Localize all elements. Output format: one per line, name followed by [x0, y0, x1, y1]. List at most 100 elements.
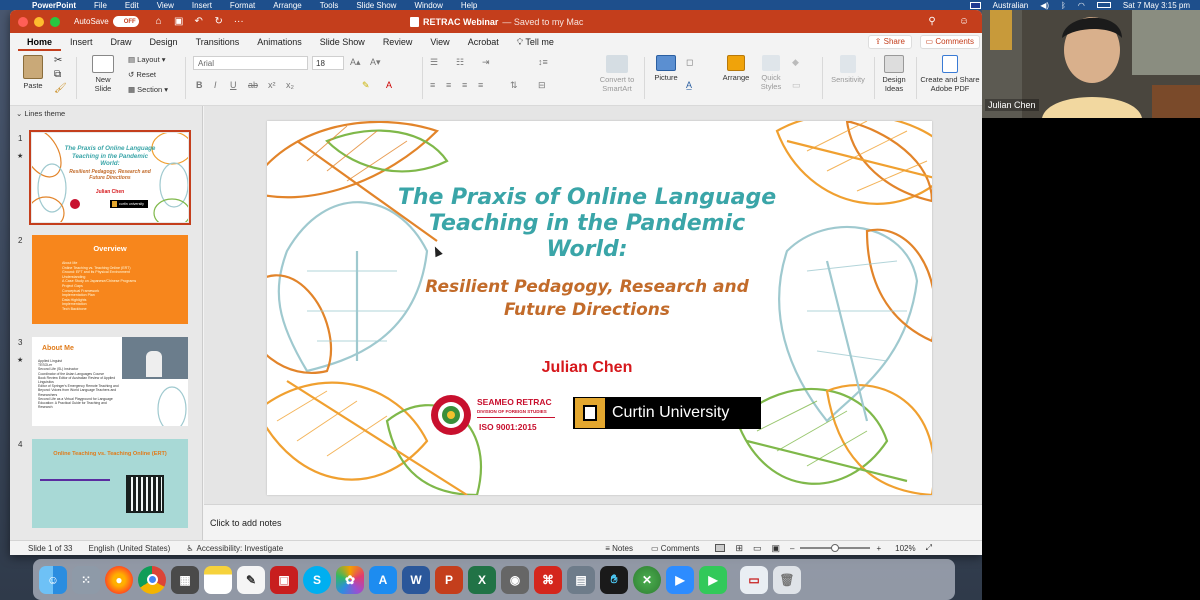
autosave-control[interactable]: AutoSave OFF	[74, 16, 139, 27]
slide-editor[interactable]: The Praxis of Online Language Teaching i…	[204, 106, 982, 540]
zoom-slider-thumb[interactable]	[831, 544, 840, 552]
flag-icon[interactable]	[969, 1, 981, 9]
battery-icon[interactable]	[1096, 2, 1111, 8]
notes-pane[interactable]: Click to add notes	[204, 504, 982, 540]
menu-help[interactable]: Help	[461, 1, 477, 10]
zoom-icon[interactable]: ▶	[666, 565, 694, 594]
finder-icon[interactable]: ☺	[39, 565, 67, 594]
create-share-pdf-button[interactable]: Create and Share Adobe PDF	[920, 55, 980, 93]
underline-icon[interactable]: U	[230, 80, 237, 90]
undo-icon[interactable]: ↶	[192, 15, 206, 29]
menu-arrange[interactable]: Arrange	[273, 1, 301, 10]
normal-view-icon[interactable]	[715, 544, 726, 552]
menu-window[interactable]: Window	[414, 1, 442, 10]
more-icon[interactable]: ···	[232, 15, 246, 29]
superscript-icon[interactable]: x²	[268, 80, 276, 90]
volume-icon[interactable]: ◀)	[1040, 1, 1049, 10]
indent-icon[interactable]: ⇥	[482, 57, 490, 68]
slide-show-icon[interactable]: ▣	[772, 543, 781, 554]
notes-toggle[interactable]: ≡ Notes	[605, 544, 633, 553]
menu-tools[interactable]: Tools	[320, 1, 339, 10]
photos-icon[interactable]: ✿	[336, 565, 364, 594]
excel-icon[interactable]: X	[468, 565, 496, 594]
clock[interactable]: Sat 7 May 3:15 pm	[1123, 1, 1190, 10]
copy-icon[interactable]: ⧉	[54, 69, 61, 80]
slide-thumbnail-4[interactable]: Online Teaching vs. Teaching Online (ERT…	[32, 439, 188, 528]
slide-subtitle[interactable]: Resilient Pedagogy, Research and Future …	[407, 276, 767, 322]
minimize-button[interactable]	[34, 16, 44, 27]
quick-styles-button[interactable]: Quick Styles	[756, 55, 786, 91]
bluetooth-icon[interactable]: ᛒ	[1061, 1, 1066, 10]
account-icon[interactable]: ☺	[957, 15, 971, 29]
facetime-icon[interactable]: ▶	[699, 565, 727, 594]
photo-booth-icon[interactable]: ▣	[270, 565, 298, 594]
increase-font-icon[interactable]: A▴	[350, 57, 361, 68]
comments-button[interactable]: ▭ Comments	[919, 35, 980, 49]
strikethrough-icon[interactable]: ab	[248, 80, 258, 90]
shape-outline-icon[interactable]: ▭	[792, 80, 801, 91]
reading-view-icon[interactable]: ▭	[753, 543, 762, 554]
slide-author[interactable]: Julian Chen	[497, 359, 677, 377]
menu-app-name[interactable]: PowerPoint	[32, 1, 76, 10]
italic-icon[interactable]: I	[214, 80, 217, 90]
acrobat-icon[interactable]: ⌘	[534, 565, 562, 594]
slide-sorter-icon[interactable]: ⊞	[735, 543, 743, 554]
accessibility-status[interactable]: Accessibility: Investigate	[196, 544, 283, 553]
tab-insert[interactable]: Insert	[61, 33, 102, 51]
tab-home[interactable]: Home	[18, 33, 62, 51]
input-source-label[interactable]: Australian	[993, 1, 1029, 10]
launchpad-icon[interactable]: ⁙	[72, 565, 100, 594]
zoom-slider[interactable]	[800, 544, 871, 552]
crossover-icon[interactable]: ✕	[633, 565, 661, 594]
tell-me-search[interactable]: 💡︎ Tell me	[508, 33, 563, 51]
format-painter-icon[interactable]: 🖌︎	[54, 83, 67, 94]
paste-button[interactable]: Paste	[18, 55, 48, 90]
menu-edit[interactable]: Edit	[125, 1, 139, 10]
tab-slide-show[interactable]: Slide Show	[311, 33, 374, 51]
autosave-toggle[interactable]: OFF	[112, 16, 139, 27]
tab-design[interactable]: Design	[141, 33, 187, 51]
tab-view[interactable]: View	[421, 33, 458, 51]
align-right-icon[interactable]: ≡	[462, 80, 467, 90]
zoom-button[interactable]	[50, 16, 60, 27]
zoom-level[interactable]: 102%	[895, 544, 915, 553]
menu-format[interactable]: Format	[230, 1, 255, 10]
redo-icon[interactable]: ↻	[212, 15, 226, 29]
language-status[interactable]: English (United States)	[88, 544, 170, 553]
document-title[interactable]: RETRAC Webinar — Saved to my Mac	[410, 10, 583, 33]
calculator-icon[interactable]: ▦	[171, 565, 199, 594]
close-button[interactable]	[18, 16, 28, 27]
slide-thumbnail-2[interactable]: Overview About Me Online Teaching vs. Te…	[32, 235, 188, 324]
section-header[interactable]: ⌄ Lines theme	[10, 106, 202, 120]
slide-thumbnails-panel[interactable]: ⌄ Lines theme 1 ★ The Praxis of Online L…	[10, 106, 203, 540]
new-slide-button[interactable]: New Slide	[88, 55, 118, 93]
font-size-field[interactable]: 18	[312, 56, 344, 70]
tab-transitions[interactable]: Transitions	[187, 33, 249, 51]
menu-insert[interactable]: Insert	[192, 1, 212, 10]
webex-icon[interactable]: ✋︎	[600, 565, 628, 594]
home-icon[interactable]: ⌂	[152, 15, 166, 29]
wifi-icon[interactable]: ◠	[1078, 1, 1085, 10]
screenshot-icon[interactable]: ◉	[501, 565, 529, 594]
shape-fill-icon[interactable]: ◆	[792, 57, 799, 68]
align-center-icon[interactable]: ≡	[446, 80, 451, 90]
menu-slide-show[interactable]: Slide Show	[356, 1, 396, 10]
notes-icon[interactable]	[204, 565, 232, 594]
comments-toggle[interactable]: ▭ Comments	[651, 544, 699, 553]
align-text-icon[interactable]: ⊟	[538, 80, 546, 91]
decrease-font-icon[interactable]: A▾	[370, 57, 381, 68]
powerpoint-icon[interactable]: P	[435, 565, 463, 594]
save-icon[interactable]: ▣	[172, 15, 186, 29]
font-color-icon[interactable]: A	[386, 80, 392, 90]
skype-icon[interactable]: S	[303, 565, 331, 594]
arrange-button[interactable]: Arrange	[718, 55, 754, 82]
tab-acrobat[interactable]: Acrobat	[459, 33, 508, 51]
shapes-icon[interactable]: ◻︎	[686, 57, 693, 68]
section-button[interactable]: ▦ Section ▾	[128, 85, 168, 94]
layout-button[interactable]: ▤ Layout ▾	[128, 55, 166, 64]
picture-button[interactable]: Picture	[648, 55, 684, 82]
bullets-icon[interactable]: ☰	[430, 57, 438, 68]
bold-icon[interactable]: B	[196, 80, 203, 90]
fit-to-window-icon[interactable]: ⤢	[926, 543, 932, 553]
tab-review[interactable]: Review	[374, 33, 422, 51]
